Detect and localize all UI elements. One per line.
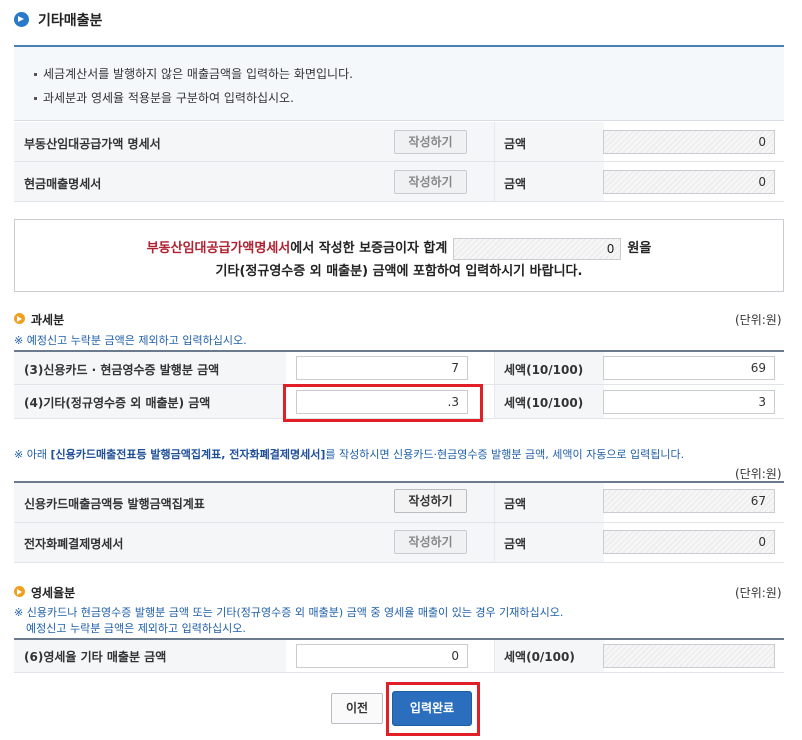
- notice-red-text: 부동산임대공급가액명세서: [146, 241, 291, 256]
- amount-label: 금액: [504, 497, 527, 511]
- unit-label: (단위:원): [735, 313, 782, 327]
- other-sales-tax-input[interactable]: 3: [603, 390, 775, 414]
- row-label: (6)영세율 기타 매출분 금액: [24, 650, 167, 664]
- bullet-icon: [34, 97, 37, 100]
- zero-rate-tax-field: [603, 644, 775, 668]
- table-row: 신용카드매출금액등 발행금액집계표 작성하기 금액 67: [14, 483, 784, 523]
- taxable-note: ※ 예정신고 누락분 금액은 제외하고 입력하십시오.: [14, 334, 247, 347]
- table-row: 현금매출명세서 작성하기 금액 0: [14, 162, 784, 202]
- notice-line2: 기타(정규영수증 외 매출분) 금액에 포함하여 입력하시기 바랍니다.: [215, 264, 583, 279]
- deposit-interest-notice: 부동산임대공급가액명세서에서 작성한 보증금이자 합계 0 원을 기타(정규영수증 …: [14, 219, 784, 292]
- notice-text: 원을: [627, 241, 652, 256]
- table-row: 부동산임대공급가액 명세서 작성하기 금액 0: [14, 122, 784, 162]
- arrow-circle-icon: [14, 12, 29, 27]
- amount-field: 0: [603, 170, 775, 194]
- info-text: 과세분과 영세율 적용분을 구분하여 입력하십시오.: [43, 91, 294, 105]
- card-cash-tax-input[interactable]: 69: [603, 356, 775, 380]
- write-button[interactable]: 작성하기: [394, 530, 467, 554]
- unit-label: (단위:원): [735, 586, 782, 600]
- unit-label: (단위:원): [735, 467, 782, 481]
- card-cash-amount-input[interactable]: 7: [296, 356, 468, 380]
- row-label: 부동산임대공급가액 명세서: [24, 137, 161, 151]
- section-arrow-icon: [14, 313, 25, 324]
- prev-button[interactable]: 이전: [331, 693, 383, 724]
- zero-rate-note: ※ 신용카드나 현금영수증 발행분 금액 또는 기타(정규영수증 외 매출분) …: [14, 606, 564, 619]
- bullet-icon: [34, 73, 37, 76]
- zero-rate-amount-input[interactable]: 0: [296, 644, 468, 668]
- amount-field: 0: [603, 530, 775, 554]
- amount-field: 67: [603, 489, 775, 513]
- tax-label: 세액(10/100): [504, 363, 584, 377]
- row-label: 현금매출명세서: [24, 177, 102, 191]
- zero-rate-note: 예정신고 누락분 금액은 제외하고 입력하십시오.: [26, 622, 246, 635]
- section-title: 영세율분: [31, 586, 76, 600]
- write-button[interactable]: 작성하기: [394, 130, 467, 154]
- deposit-interest-field: 0: [453, 237, 622, 260]
- section-arrow-icon: [14, 586, 25, 597]
- page-title: 기타매출분: [38, 13, 103, 29]
- tax-label: 세액(0/100): [504, 650, 575, 664]
- info-box: 세금계산서를 발행하지 않은 매출금액을 입력하는 화면입니다. 과세분과 영세…: [14, 45, 784, 121]
- info-line: 과세분과 영세율 적용분을 구분하여 입력하십시오.: [34, 89, 294, 106]
- write-button[interactable]: 작성하기: [394, 489, 467, 513]
- card-note: ※ 아래 [신용카드매출전표등 발행금액집계표, 전자화폐결제명세서]를 작성하…: [14, 448, 685, 461]
- row-label: 신용카드매출금액등 발행금액집계표: [24, 497, 205, 511]
- row-label: (4)기타(정규영수증 외 매출분) 금액: [24, 396, 211, 410]
- amount-label: 금액: [504, 177, 527, 191]
- amount-field: 0: [603, 130, 775, 154]
- row-label: (3)신용카드 · 현금영수증 발행분 금액: [24, 363, 220, 377]
- tax-label: 세액(10/100): [504, 396, 584, 410]
- notice-text: 에서 작성한 보증금이자 합계: [290, 241, 448, 256]
- write-button[interactable]: 작성하기: [394, 170, 467, 194]
- info-text: 세금계산서를 발행하지 않은 매출금액을 입력하는 화면입니다.: [43, 67, 353, 81]
- highlight-box: [386, 682, 480, 736]
- section-title: 과세분: [31, 313, 65, 327]
- highlight-box: [283, 384, 483, 422]
- amount-label: 금액: [504, 137, 527, 151]
- table-row: (3)신용카드 · 현금영수증 발행분 금액 7 세액(10/100) 69: [14, 352, 784, 385]
- amount-label: 금액: [504, 537, 527, 551]
- row-label: 전자화폐결제명세서: [24, 537, 124, 551]
- table-row: 전자화폐결제명세서 작성하기 금액 0: [14, 523, 784, 563]
- table-row: (6)영세율 기타 매출분 금액 0 세액(0/100): [14, 640, 784, 673]
- info-line: 세금계산서를 발행하지 않은 매출금액을 입력하는 화면입니다.: [34, 65, 353, 82]
